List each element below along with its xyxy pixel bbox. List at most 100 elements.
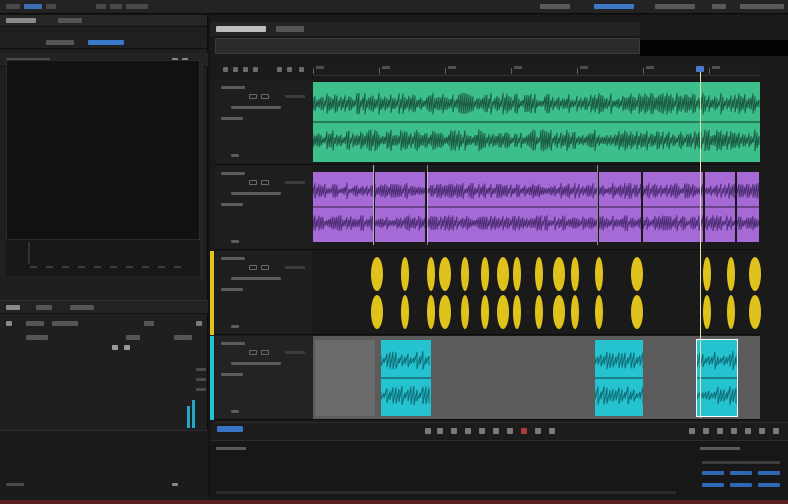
zoom-full-icon[interactable]	[717, 428, 723, 434]
menu-item[interactable]	[96, 4, 106, 9]
track-lane-2[interactable]	[313, 166, 760, 250]
vertical-scrollbar[interactable]	[200, 60, 204, 280]
track-mode[interactable]	[221, 373, 243, 376]
record-icon[interactable]	[521, 428, 527, 434]
time-ruler[interactable]	[313, 64, 760, 76]
subtab[interactable]	[46, 40, 74, 45]
skip-forward-icon[interactable]	[507, 428, 513, 434]
snap-icon[interactable]	[223, 67, 228, 72]
effect-row[interactable]	[6, 344, 202, 352]
clip-sfx[interactable]	[481, 255, 489, 331]
value-field[interactable]	[758, 471, 780, 475]
edit-marker[interactable]	[427, 165, 428, 245]
effect-value[interactable]	[52, 321, 78, 326]
tab-sequence[interactable]	[276, 26, 304, 32]
value-field[interactable]	[758, 483, 780, 487]
clip-voice[interactable]	[599, 172, 641, 242]
stop-icon[interactable]	[425, 428, 431, 434]
clip-sfx[interactable]	[553, 255, 565, 331]
clip-dialogue-selected[interactable]	[696, 339, 738, 417]
keyframe-icon[interactable]	[124, 345, 130, 350]
track-mode[interactable]	[221, 117, 243, 120]
tab-sequence[interactable]	[216, 26, 266, 32]
zoom-icon[interactable]	[759, 428, 765, 434]
effect-toggle-icon[interactable]	[196, 321, 202, 326]
subtab-active[interactable]	[88, 40, 124, 45]
clip-sfx[interactable]	[535, 255, 543, 331]
zoom-out-icon[interactable]	[703, 428, 709, 434]
play-icon[interactable]	[437, 428, 443, 434]
tab-lower[interactable]	[6, 305, 20, 310]
clip-sfx[interactable]	[401, 255, 409, 331]
skip-back-icon[interactable]	[465, 428, 471, 434]
track-name[interactable]	[221, 342, 245, 345]
menu-item[interactable]	[126, 4, 148, 9]
zoom-in-icon[interactable]	[689, 428, 695, 434]
clip-dialogue[interactable]	[381, 340, 431, 416]
fast-forward-icon[interactable]	[493, 428, 499, 434]
tab-source[interactable]	[6, 18, 36, 23]
zoom-selection-icon[interactable]	[731, 428, 737, 434]
menu-item[interactable]	[6, 4, 20, 9]
playhead[interactable]	[700, 66, 701, 418]
wrench-icon[interactable]	[253, 67, 258, 72]
workspace-tab-active[interactable]	[594, 4, 634, 9]
clip-sfx[interactable]	[595, 255, 603, 331]
effect-row[interactable]	[6, 334, 202, 342]
value-field[interactable]	[702, 483, 724, 487]
bottom-icon[interactable]	[172, 483, 178, 486]
clip-sfx[interactable]	[497, 255, 509, 331]
clip-sfx[interactable]	[439, 255, 451, 331]
tab-lower[interactable]	[36, 305, 52, 310]
menu-item[interactable]	[110, 4, 122, 9]
clip-voice[interactable]	[427, 172, 597, 242]
track-header-3[interactable]	[215, 251, 313, 335]
effect-value[interactable]	[174, 335, 192, 340]
mute-icon[interactable]	[249, 350, 257, 355]
workspace-tab[interactable]	[655, 4, 695, 9]
volume-slider[interactable]	[285, 95, 305, 98]
track-input-select[interactable]	[231, 362, 281, 365]
effect-row[interactable]	[6, 320, 202, 328]
empty-clip[interactable]	[315, 340, 375, 416]
effect-dropdown[interactable]	[144, 321, 154, 326]
value-field[interactable]	[730, 471, 752, 475]
effect-value[interactable]	[126, 335, 140, 340]
timecode-display[interactable]	[217, 426, 243, 432]
clip-sfx[interactable]	[749, 255, 761, 331]
settings-icon[interactable]	[287, 67, 292, 72]
clip-voice[interactable]	[705, 172, 735, 242]
clip-sfx[interactable]	[461, 255, 469, 331]
value-field[interactable]	[730, 483, 752, 487]
solo-icon[interactable]	[261, 94, 269, 99]
value-field[interactable]	[702, 471, 724, 475]
tab-lower[interactable]	[70, 305, 94, 310]
workspace-tab[interactable]	[540, 4, 570, 9]
solo-icon[interactable]	[261, 265, 269, 270]
mute-icon[interactable]	[249, 180, 257, 185]
volume-slider[interactable]	[285, 181, 305, 184]
workspace-tab[interactable]	[712, 4, 726, 9]
keyframe-icon[interactable]	[112, 345, 118, 350]
edit-marker[interactable]	[373, 165, 374, 245]
expand-icon[interactable]	[6, 321, 12, 326]
track-mode[interactable]	[221, 203, 243, 206]
skip-icon[interactable]	[549, 428, 555, 434]
volume-slider[interactable]	[285, 266, 305, 269]
clip-voice[interactable]	[313, 172, 373, 242]
edit-marker[interactable]	[597, 165, 598, 245]
track-mode[interactable]	[221, 288, 243, 291]
menu-item[interactable]	[46, 4, 56, 9]
clip-voice[interactable]	[737, 172, 759, 242]
track-header-4[interactable]	[215, 336, 313, 420]
track-header-1[interactable]	[215, 80, 313, 165]
mute-icon[interactable]	[249, 265, 257, 270]
zoom-icon[interactable]	[773, 428, 779, 434]
clip-sfx[interactable]	[513, 255, 521, 331]
track-header-2[interactable]	[215, 166, 313, 250]
track-name[interactable]	[221, 257, 245, 260]
track-input-select[interactable]	[231, 192, 281, 195]
solo-icon[interactable]	[261, 180, 269, 185]
track-lane-3[interactable]	[313, 251, 761, 335]
menu-item[interactable]	[24, 4, 42, 9]
